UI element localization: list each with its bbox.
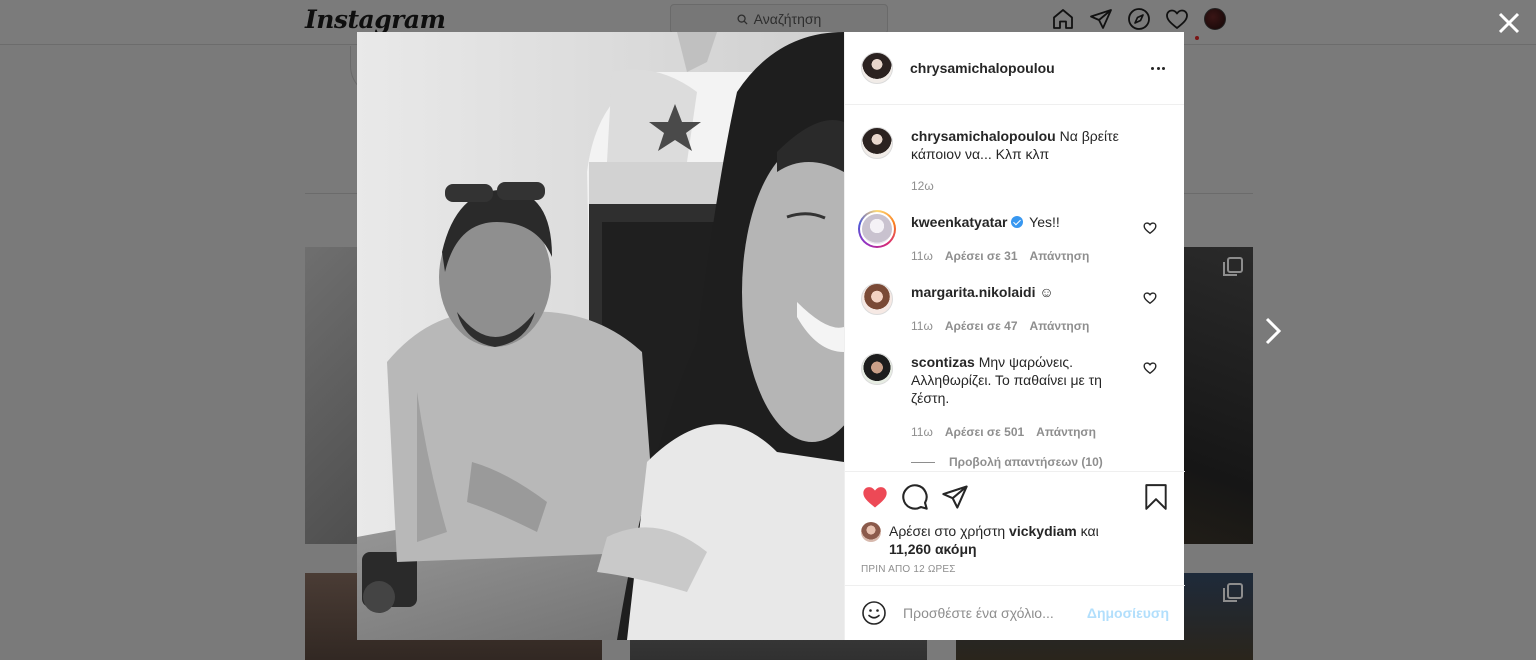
comment-item: margarita.nikolaidi ☺ 11ω Αρέσει σε 47 Α… <box>861 283 1169 335</box>
like-comment-heart-icon[interactable] <box>1143 221 1157 235</box>
close-icon[interactable] <box>1494 8 1524 38</box>
caption-username[interactable]: chrysamichalopoulou <box>911 128 1056 144</box>
reply-button[interactable]: Απάντηση <box>1030 317 1090 335</box>
chevron-right-icon[interactable] <box>1262 316 1284 346</box>
caption-time[interactable]: 12ω <box>911 177 934 195</box>
liked-by-username[interactable]: vickydiam <box>1009 523 1077 539</box>
comment-username[interactable]: kweenkatyatar <box>911 214 1008 230</box>
avatar <box>1204 8 1226 30</box>
avatar[interactable] <box>861 283 893 315</box>
avatar[interactable] <box>861 127 893 159</box>
comment-likes[interactable]: Αρέσει σε 501 <box>945 423 1024 441</box>
post-details-panel: chrysamichalopoulou chrysamichalopoulou … <box>844 32 1185 640</box>
comment-item: kweenkatyatar Yes!! 11ω Αρέσει σε 31 Απά… <box>858 210 1169 265</box>
post-timestamp[interactable]: ΠΡΙΝ ΑΠΟ 12 ΩΡΕΣ <box>861 564 1169 575</box>
share-paper-plane-icon[interactable] <box>941 483 969 511</box>
add-comment-bar: Δημοσίευση <box>845 585 1185 640</box>
post-comment-button[interactable]: Δημοσίευση <box>1087 605 1169 621</box>
liked-by-and: και <box>1080 523 1099 539</box>
avatar[interactable] <box>861 353 893 385</box>
comment-text: Yes!! <box>1029 214 1060 230</box>
replies-line <box>911 461 935 463</box>
post-modal: chrysamichalopoulou chrysamichalopoulou … <box>357 32 1185 640</box>
verified-badge-icon <box>1010 216 1023 228</box>
top-nav <box>1050 6 1228 32</box>
comment-time[interactable]: 11ω <box>911 247 933 265</box>
like-comment-heart-icon[interactable] <box>1143 291 1157 305</box>
comment-username[interactable]: margarita.nikolaidi <box>911 284 1035 300</box>
comment-item: scontizas Μην ψαρώνεις. Αλληθωρίζει. Το … <box>861 353 1169 441</box>
post-author-username[interactable]: chrysamichalopoulou <box>910 60 1055 76</box>
comment-time[interactable]: 11ω <box>911 423 933 441</box>
comment-likes[interactable]: Αρέσει σε 31 <box>945 247 1018 265</box>
liked-by-prefix: Αρέσει στο χρήστη <box>889 523 1006 539</box>
bookmark-icon[interactable] <box>1143 483 1169 511</box>
comment-bubble-icon[interactable] <box>901 483 929 511</box>
notification-dot <box>1195 36 1199 40</box>
search-icon <box>737 13 748 25</box>
post-header: chrysamichalopoulou <box>845 32 1184 105</box>
post-photo[interactable] <box>357 32 844 640</box>
comment-likes[interactable]: Αρέσει σε 47 <box>945 317 1018 335</box>
search-box[interactable]: Αναζήτηση <box>670 4 888 34</box>
home-icon[interactable] <box>1050 6 1076 32</box>
carousel-icon <box>1223 583 1243 602</box>
emoji-icon[interactable] <box>861 600 887 626</box>
view-replies-label: Προβολή απαντήσεων (10) <box>949 455 1103 469</box>
comment-username[interactable]: scontizas <box>911 354 975 370</box>
likes-count[interactable]: 11,260 ακόμη <box>889 541 977 557</box>
avatar[interactable] <box>861 52 893 84</box>
reply-button[interactable]: Απάντηση <box>1030 247 1090 265</box>
profile-avatar-nav[interactable] <box>1202 6 1228 32</box>
caption: chrysamichalopoulou Να βρείτε κάποιον να… <box>861 127 1169 195</box>
avatar[interactable] <box>861 522 881 542</box>
like-comment-heart-icon[interactable] <box>1143 361 1157 375</box>
reply-button[interactable]: Απάντηση <box>1036 423 1096 441</box>
view-replies-button[interactable]: Προβολή απαντήσεων (10) <box>911 455 1169 469</box>
more-options-icon[interactable] <box>1148 60 1168 76</box>
search-placeholder: Αναζήτηση <box>753 11 822 27</box>
instagram-logo[interactable]: Instagram <box>305 5 446 34</box>
explore-compass-icon[interactable] <box>1126 6 1152 32</box>
liked-by: Αρέσει στο χρήστη vickydiam και 11,260 α… <box>861 522 1169 558</box>
comments-list[interactable]: chrysamichalopoulou Να βρείτε κάποιον να… <box>845 105 1185 471</box>
like-heart-icon[interactable] <box>861 483 889 511</box>
carousel-icon <box>1223 257 1243 276</box>
activity-heart-icon[interactable] <box>1164 6 1190 32</box>
add-comment-input[interactable] <box>903 605 1087 621</box>
comment-time[interactable]: 11ω <box>911 317 933 335</box>
comment-text: ☺ <box>1039 284 1054 300</box>
avatar[interactable] <box>858 210 896 248</box>
post-actions: Αρέσει στο χρήστη vickydiam και 11,260 α… <box>845 471 1185 583</box>
direct-messages-icon[interactable] <box>1088 6 1114 32</box>
